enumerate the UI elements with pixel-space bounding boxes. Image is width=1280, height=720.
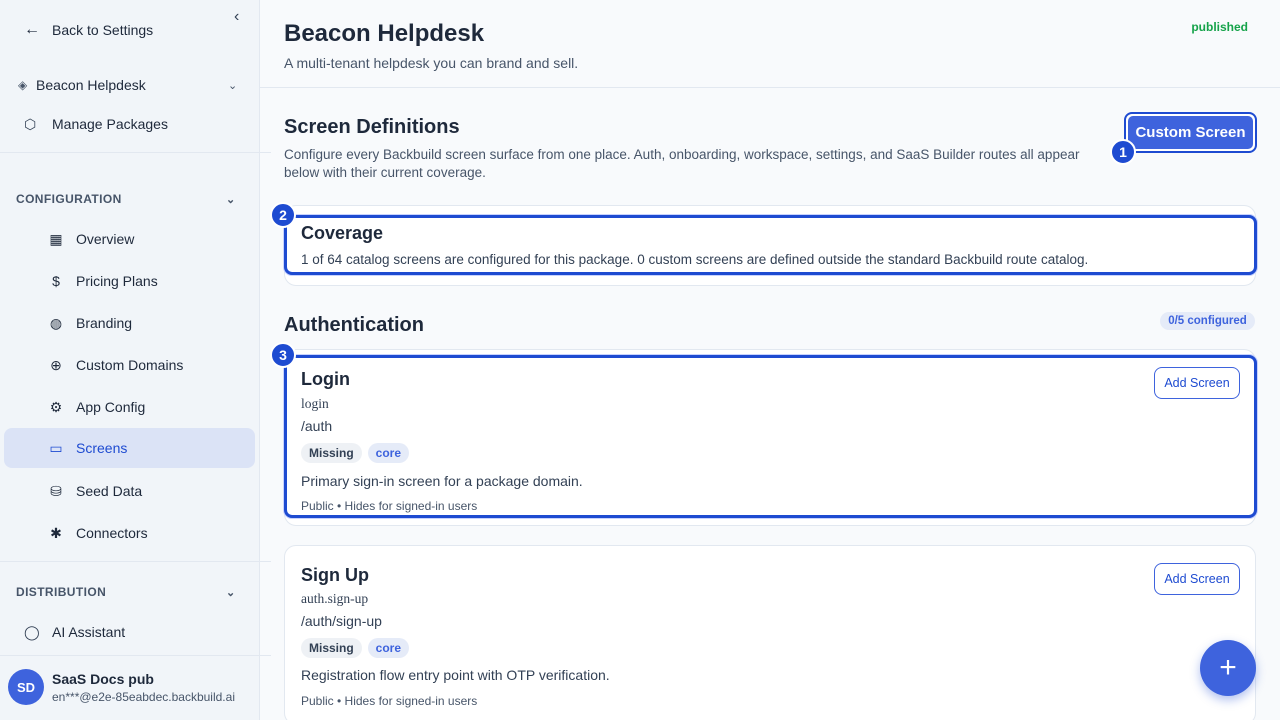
annotation-marker: 1 xyxy=(1110,139,1136,165)
sidebar-item-label: Seed Data xyxy=(76,483,143,499)
screen-description: Registration flow entry point with OTP v… xyxy=(301,667,610,683)
annotation-marker: 2 xyxy=(270,202,296,228)
plug-icon: ✱ xyxy=(50,524,62,541)
sidebar-item-custom-domains[interactable]: ⊕ Custom Domains xyxy=(0,345,260,385)
avatar: SD xyxy=(8,669,44,705)
screen-title: Login xyxy=(301,369,350,389)
coverage-text: 1 of 64 catalog screens are configured f… xyxy=(301,252,1089,267)
sidebar: ← Back to Settings ‹ ◈ Beacon Helpdesk ⌄… xyxy=(0,0,271,720)
screen-meta: Public • Hides for signed-in users xyxy=(301,694,478,708)
sidebar-item-label: AI Assistant xyxy=(52,624,126,640)
manage-packages-link[interactable]: ⬡ Manage Packages xyxy=(0,114,260,134)
divider xyxy=(0,655,271,656)
status-badge: published xyxy=(1191,20,1248,34)
coverage-card: Coverage 1 of 64 catalog screens are con… xyxy=(284,215,1257,275)
sidebar-item-label: Custom Domains xyxy=(76,357,184,373)
add-screen-button[interactable]: Add Screen xyxy=(1154,367,1240,399)
chevron-down-icon: ⌄ xyxy=(226,193,236,206)
screen-key: auth.sign-up xyxy=(301,591,369,606)
configuration-label: CONFIGURATION xyxy=(16,192,122,206)
sidebar-item-label: Connectors xyxy=(76,525,148,541)
screen-card-sign-up: Sign Up auth.sign-up /auth/sign-up Missi… xyxy=(284,545,1256,720)
screen-title: Sign Up xyxy=(301,565,369,585)
package-name: Beacon Helpdesk xyxy=(36,77,146,93)
chat-icon: ◯ xyxy=(24,623,40,640)
sidebar-item-app-config[interactable]: ⚙ App Config xyxy=(0,387,260,427)
sidebar-item-overview[interactable]: ▦ Overview xyxy=(0,219,260,259)
user-name: SaaS Docs pub xyxy=(52,670,154,687)
sidebar-item-label: App Config xyxy=(76,399,146,415)
configuration-section-header[interactable]: CONFIGURATION ⌄ xyxy=(0,190,260,208)
status-badge: Missing xyxy=(301,443,362,463)
back-to-settings-link[interactable]: ← Back to Settings xyxy=(0,18,260,42)
annotation-marker: 3 xyxy=(270,342,296,368)
screen-definitions-title: Screen Definitions xyxy=(284,116,460,138)
chevron-down-icon: ⌄ xyxy=(226,586,236,599)
gear-icon: ⚙ xyxy=(49,398,63,415)
sidebar-item-label: Overview xyxy=(76,231,135,247)
page-subtitle: A multi-tenant helpdesk you can brand an… xyxy=(284,55,579,71)
devices-icon: ▭ xyxy=(49,439,63,456)
screen-card-login: Login login /auth Missing core Primary s… xyxy=(284,355,1257,518)
sidebar-item-label: Branding xyxy=(76,315,133,331)
page-title: Beacon Helpdesk xyxy=(284,20,485,47)
tier-badge: core xyxy=(367,443,410,463)
collapse-sidebar-icon[interactable]: ‹ xyxy=(234,8,239,26)
sidebar-item-pricing-plans[interactable]: $ Pricing Plans xyxy=(0,261,260,301)
coverage-title: Coverage xyxy=(301,223,384,243)
sidebar-item-branding[interactable]: ◍ Branding xyxy=(0,303,260,343)
custom-screen-label: Custom Screen xyxy=(1128,116,1253,149)
divider xyxy=(0,561,271,562)
grid-icon: ▦ xyxy=(49,230,63,247)
dollar-icon: $ xyxy=(52,273,60,289)
sidebar-item-ai-assistant[interactable]: ◯ AI Assistant xyxy=(0,622,260,642)
add-screen-button[interactable]: Add Screen xyxy=(1154,563,1240,595)
screen-meta: Public • Hides for signed-in users xyxy=(301,499,478,513)
chevron-down-icon: ⌄ xyxy=(228,79,238,92)
distribution-label: DISTRIBUTION xyxy=(16,585,107,599)
arrow-left-icon: ← xyxy=(24,21,40,38)
package-switcher[interactable]: ◈ Beacon Helpdesk ⌄ xyxy=(0,74,260,96)
manage-packages-label: Manage Packages xyxy=(52,116,168,132)
sidebar-item-connectors[interactable]: ✱ Connectors xyxy=(0,513,260,553)
custom-screen-button[interactable]: Custom Screen xyxy=(1124,112,1257,153)
distribution-section-header[interactable]: DISTRIBUTION ⌄ xyxy=(0,583,260,601)
screen-route: /auth xyxy=(301,418,333,434)
divider xyxy=(0,152,271,153)
screen-key: login xyxy=(301,396,329,411)
authentication-title: Authentication xyxy=(284,314,424,336)
globe-icon: ⊕ xyxy=(50,356,62,373)
page-header: Beacon Helpdesk A multi-tenant helpdesk … xyxy=(260,0,1280,88)
user-email: en***@e2e-85eabdec.backbuild.ai xyxy=(52,689,235,704)
database-icon: ⛁ xyxy=(50,482,62,499)
tier-badge: core xyxy=(367,638,410,658)
package-icon: ⬡ xyxy=(24,115,37,132)
status-badge: Missing xyxy=(301,638,362,658)
sidebar-item-label: Screens xyxy=(76,440,128,456)
screen-definitions-description: Configure every Backbuild screen surface… xyxy=(284,147,1080,180)
sidebar-item-seed-data[interactable]: ⛁ Seed Data xyxy=(0,471,260,511)
screen-route: /auth/sign-up xyxy=(301,613,382,629)
sidebar-item-screens[interactable]: ▭ Screens xyxy=(4,428,255,468)
floating-add-button[interactable]: + xyxy=(1200,640,1256,696)
back-label: Back to Settings xyxy=(52,22,154,38)
configured-count-badge: 0/5 configured xyxy=(1160,312,1255,330)
palette-icon: ◍ xyxy=(49,314,63,331)
screen-description: Primary sign-in screen for a package dom… xyxy=(301,473,583,489)
sidebar-item-label: Pricing Plans xyxy=(76,273,158,289)
layers-icon: ◈ xyxy=(18,78,28,92)
user-profile[interactable]: SD SaaS Docs pub en***@e2e-85eabdec.back… xyxy=(8,669,235,705)
